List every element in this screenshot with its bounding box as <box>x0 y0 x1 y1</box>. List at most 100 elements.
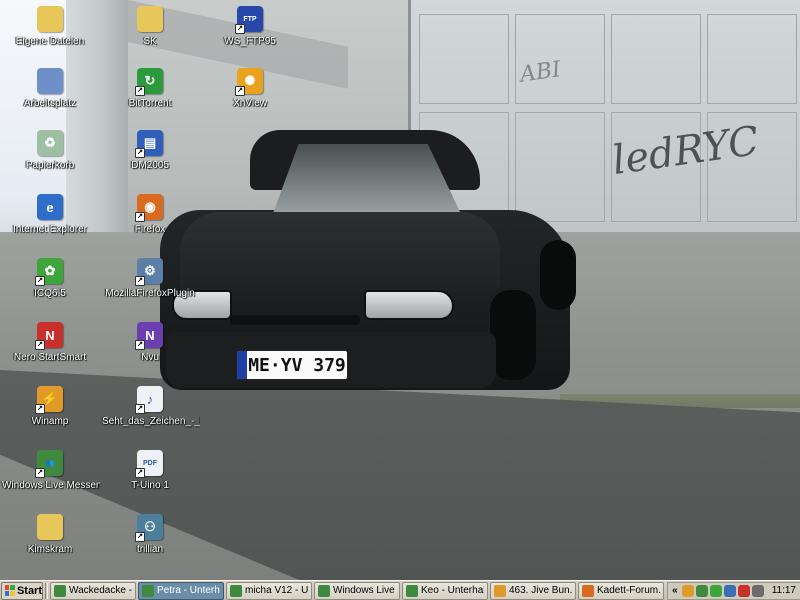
winamp-icon: ⚡ ↗ <box>35 386 63 414</box>
desktop-shortcut-label: XnView <box>233 98 267 109</box>
shortcut-arrow-icon: ↗ <box>35 468 45 478</box>
shortcut-arrow-icon: ↗ <box>235 86 245 96</box>
desktop-shortcut[interactable]: ✿ ↗ ICQ6.5 <box>0 258 100 300</box>
desktop-shortcut[interactable]: N ↗ Nero StartSmart <box>0 322 100 364</box>
internet-explorer-icon: e <box>37 194 63 220</box>
shortcut-arrow-icon: ↗ <box>135 86 145 96</box>
desktop-shortcut[interactable]: PDF ↗ T-Uino 1 <box>100 450 200 492</box>
folder-icon <box>137 6 163 32</box>
taskbar-button[interactable]: micha V12 - U... <box>226 581 312 600</box>
windows-logo-icon <box>5 585 15 596</box>
desktop-shortcut-label: Seht_das_Zeichen_-_Ki... <box>102 416 200 427</box>
desktop-shortcut-label: MozillaFirefoxPlugin <box>105 288 195 299</box>
desktop-shortcut[interactable]: SK <box>100 6 200 48</box>
desktop-shortcut-label: Eigene Dateien <box>15 36 85 47</box>
desktop-shortcut-label: DM2005 <box>131 160 169 171</box>
desktop-shortcut-label: BitTorrent <box>128 98 172 109</box>
shortcut-arrow-icon: ↗ <box>35 404 45 414</box>
desktop-shortcut[interactable]: FTP ↗ WS_FTP95 <box>200 6 300 48</box>
desktop-shortcut-label: Nvu <box>141 352 159 363</box>
taskbar-button-label: Wackedacke - ... <box>69 585 132 596</box>
volume-tray-icon[interactable] <box>751 584 764 597</box>
shortcut-arrow-icon: ↗ <box>35 276 45 286</box>
shortcut-arrow-icon: ↗ <box>135 148 145 158</box>
shortcut-arrow-icon: ↗ <box>135 340 145 350</box>
firefox-icon: ◉ ↗ <box>135 194 163 222</box>
desktop-shortcut-label: Firefox <box>134 224 166 235</box>
desktop-shortcut[interactable]: ♪↗ Seht_das_Zeichen_-_Ki... <box>100 386 200 428</box>
desktop-shortcut[interactable]: Kimskram <box>0 514 100 556</box>
xnview-icon: ✺ ↗ <box>235 68 263 96</box>
desktop-shortcut-label: Arbeitsplatz <box>23 98 77 109</box>
bittorrent-icon: ↻ ↗ <box>135 68 163 96</box>
network-tray-icon[interactable] <box>723 584 736 597</box>
plugin-icon: ⚙ ↗ <box>135 258 163 286</box>
tray-expand-button[interactable]: « <box>672 585 678 596</box>
messenger-icon <box>54 584 66 597</box>
desktop-shortcut-label: ICQ6.5 <box>34 288 66 299</box>
messenger-icon <box>230 584 242 597</box>
system-tray: « 11:17 <box>667 581 800 600</box>
desktop-shortcut-label: Papierkorb <box>25 160 75 171</box>
pdf-document-icon: PDF ↗ <box>135 450 163 478</box>
taskbar-button[interactable]: Kadett-Forum.... <box>578 581 664 600</box>
shortcut-arrow-icon: ↗ <box>235 24 245 34</box>
desktop-shortcut-label: SK <box>143 36 157 47</box>
clock[interactable]: 11:17 <box>772 585 796 596</box>
desktop-shortcut-label: Internet Explorer <box>13 224 87 235</box>
taskbar-button[interactable]: Keo - Unterhal... <box>402 581 488 600</box>
desktop-shortcut[interactable]: 👥↗ Windows Live Messenger <box>0 450 100 492</box>
taskbar-button-label: micha V12 - U... <box>245 585 308 596</box>
taskbar-button-label: Petra - Unterh... <box>157 585 220 596</box>
shortcut-arrow-icon: ↗ <box>35 340 45 350</box>
dm2005-window-icon: ▤ ↗ <box>135 130 163 158</box>
license-plate-text: ME·YV 379 <box>248 354 346 376</box>
winamp-icon <box>494 584 506 597</box>
shortcut-arrow-icon: ↗ <box>135 404 145 414</box>
desktop-shortcut[interactable]: ↻ ↗ BitTorrent <box>100 68 200 110</box>
taskbar-buttons: Wackedacke - ... Petra - Unterh... micha V… <box>50 581 666 600</box>
desktop-shortcut[interactable]: ◉ ↗ Firefox <box>100 194 200 236</box>
taskbar-button[interactable]: Windows Live ... <box>314 581 400 600</box>
messenger-icon: 👥 ↗ <box>35 450 63 478</box>
desktop-shortcut-label: Windows Live Messenger <box>2 480 100 491</box>
desktop-shortcut[interactable]: e Internet Explorer <box>0 194 100 236</box>
my-computer-icon <box>37 68 63 94</box>
antivirus-tray-icon[interactable] <box>737 584 750 597</box>
shortcut-arrow-icon: ↗ <box>135 468 145 478</box>
taskbar-separator <box>45 582 48 599</box>
desktop-shortcut[interactable]: ⚙ ↗ MozillaFirefoxPlugin <box>100 258 200 300</box>
taskbar-button[interactable]: Petra - Unterh... <box>138 581 224 600</box>
desktop-shortcut-label: Winamp <box>31 416 69 427</box>
shortcut-arrow-icon: ↗ <box>135 212 145 222</box>
shortcut-arrow-icon: ↗ <box>135 276 145 286</box>
license-plate: ME·YV 379 <box>236 350 348 380</box>
taskbar-button-label: Keo - Unterhal... <box>421 585 484 596</box>
nero-icon: N ↗ <box>35 322 63 350</box>
start-button[interactable]: Start <box>1 581 43 600</box>
taskbar-button[interactable]: 463. Jive Bun... <box>490 581 576 600</box>
taskbar-button[interactable]: Wackedacke - ... <box>50 581 136 600</box>
desktop-shortcut[interactable]: ✺ ↗ XnView <box>200 68 300 110</box>
taskbar-button-label: Kadett-Forum.... <box>597 585 660 596</box>
desktop-shortcut[interactable]: ♻ Papierkorb <box>0 130 100 172</box>
messenger-icon <box>406 584 418 597</box>
desktop-shortcut[interactable]: ⚡ ↗ Winamp <box>0 386 100 428</box>
desktop-shortcut-label: T-Uino 1 <box>131 480 169 491</box>
nvu-icon: N ↗ <box>135 322 163 350</box>
taskbar-button-label: Windows Live ... <box>333 585 396 596</box>
desktop-shortcut[interactable]: ▤ ↗ DM2005 <box>100 130 200 172</box>
desktop-shortcut-label: Nero StartSmart <box>13 352 87 363</box>
wallpaper-car: ME·YV 379 <box>160 120 580 410</box>
winamp-tray-icon[interactable] <box>681 584 694 597</box>
recycle-bin-icon: ♻ <box>37 130 63 156</box>
desktop-shortcut-label: trillian <box>136 544 164 555</box>
desktop-shortcut[interactable]: N ↗ Nvu <box>100 322 200 364</box>
messenger-tray-icon[interactable] <box>695 584 708 597</box>
icq-tray-icon[interactable] <box>709 584 722 597</box>
desktop-shortcut[interactable]: Arbeitsplatz <box>0 68 100 110</box>
taskbar: Start Wackedacke - ... Petra - Unterh... m… <box>0 580 800 600</box>
desktop-shortcut[interactable]: ⚇ ↗ trillian <box>100 514 200 556</box>
desktop-shortcut[interactable]: Eigene Dateien <box>0 6 100 48</box>
icq-flower-icon: ✿ ↗ <box>35 258 63 286</box>
